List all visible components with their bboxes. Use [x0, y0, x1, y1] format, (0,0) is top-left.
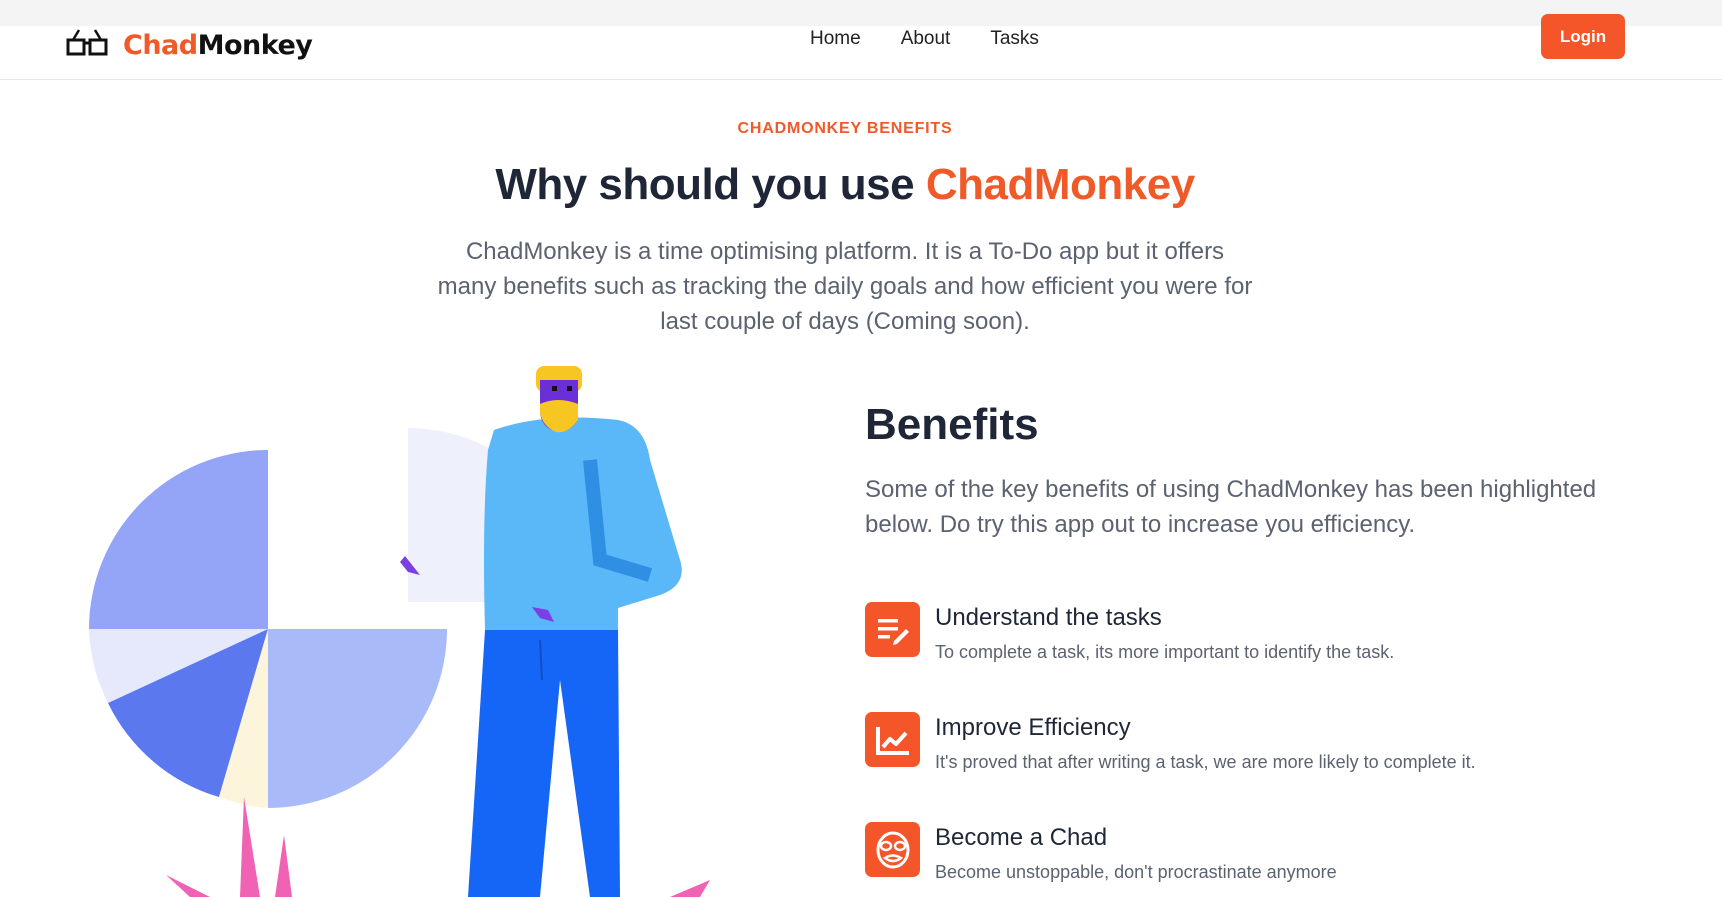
benefit-title: Become a Chad [935, 824, 1108, 851]
hero-illustration [70, 360, 730, 897]
nav-about[interactable]: About [901, 28, 951, 50]
benefit-text: To complete a task, its more important t… [935, 642, 1395, 662]
logo[interactable]: ChadMonkey [66, 28, 313, 63]
benefit-text: It's proved that after writing a task, w… [935, 752, 1476, 772]
section-eyebrow: CHADMONKEY BENEFITS [737, 120, 953, 137]
benefits-description: Some of the key benefits of using ChadMo… [865, 476, 1597, 538]
page-title: Why should you use ChadMonkey [495, 160, 1195, 209]
edit-list-icon [865, 602, 920, 657]
nav-links: Home About Tasks [810, 28, 1039, 50]
benefit-title: Understand the tasks [935, 604, 1162, 631]
mask-face-icon [865, 822, 920, 877]
benefit-text: Become unstoppable, don't procrastinate … [935, 862, 1337, 882]
nav-home[interactable]: Home [810, 28, 861, 50]
benefits-title: Benefits [865, 400, 1039, 449]
intro-text: ChadMonkey is a time optimising platform… [437, 238, 1253, 335]
login-button[interactable]: Login [1541, 14, 1625, 59]
navbar: ChadMonkey Home About Tasks Login [0, 14, 1722, 80]
top-strip [0, 0, 1722, 26]
glasses-icon [66, 28, 108, 63]
line-chart-icon [865, 712, 920, 767]
benefit-item-understand: Understand the tasks To complete a task,… [865, 602, 1625, 672]
benefit-item-chad: Become a Chad Become unstoppable, don't … [865, 822, 1625, 892]
nav-tasks[interactable]: Tasks [990, 28, 1039, 50]
benefit-item-efficiency: Improve Efficiency It's proved that afte… [865, 712, 1625, 782]
brand-name: ChadMonkey [123, 29, 313, 61]
benefit-title: Improve Efficiency [935, 714, 1131, 741]
